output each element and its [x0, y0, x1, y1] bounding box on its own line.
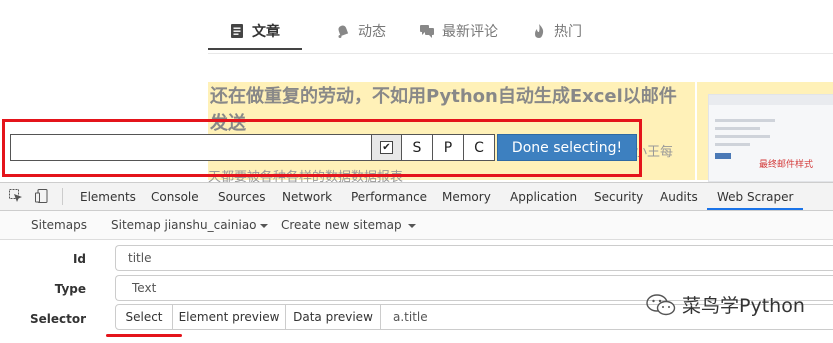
select-parent-button[interactable]: S [402, 134, 433, 161]
create-sitemap-label: Create new sitemap [281, 218, 402, 232]
tab-audits[interactable]: Audits [660, 183, 698, 210]
tab-network[interactable]: Network [282, 183, 332, 210]
watermark-text: 菜鸟学Python [682, 295, 805, 317]
tab-application[interactable]: Application [510, 183, 577, 210]
thumbnail-toolbar [709, 95, 833, 105]
id-label: Id [72, 252, 86, 266]
tab-articles[interactable]: 文章 [208, 14, 302, 50]
sitemaps-link[interactable]: Sitemaps [31, 218, 87, 232]
thumbnail-line [715, 135, 770, 138]
tab-latest-comments[interactable]: 最新评论 [420, 14, 498, 48]
tab-console[interactable]: Console [151, 183, 199, 210]
select-parent-element-button[interactable]: P [433, 134, 464, 161]
web-scraper-nav: Sitemaps Sitemap jianshu_cainiao Create … [0, 211, 833, 240]
tab-elements[interactable]: Elements [80, 183, 136, 210]
chevron-down-icon [408, 223, 417, 228]
type-label: Type [54, 282, 86, 296]
select-child-button[interactable]: C [464, 134, 495, 161]
thumbnail-caption: 最终邮件样式 [759, 160, 814, 170]
tab-hot-label: 热门 [554, 24, 582, 40]
data-preview-button[interactable]: Data preview [286, 304, 381, 330]
document-icon [231, 24, 243, 38]
site-tab-bar: 文章 动态 最新评论 热门 [208, 14, 616, 54]
inspect-cursor-icon[interactable] [9, 189, 23, 203]
tab-security[interactable]: Security [594, 183, 643, 210]
tab-performance[interactable]: Performance [351, 183, 427, 210]
tab-hot[interactable]: 热门 [532, 14, 582, 48]
annotation-underline [106, 334, 182, 337]
tab-web-scraper[interactable]: Web Scraper [707, 183, 804, 210]
element-preview-button[interactable]: Element preview [173, 304, 286, 330]
sitemap-dropdown-label: Sitemap jianshu_cainiao [111, 218, 257, 232]
comments-icon [420, 25, 434, 38]
id-input[interactable]: title [115, 245, 833, 271]
thumbnail-line [715, 143, 750, 146]
article-thumbnail[interactable]: 最终邮件样式 [708, 94, 833, 182]
select-button[interactable]: Select [115, 304, 173, 330]
selector-preview-input[interactable] [10, 134, 372, 161]
device-toolbar-icon[interactable] [35, 189, 49, 203]
checkbox-icon: ✔ [380, 141, 393, 154]
devtools-tab-bar: Elements Console Sources Network Perform… [0, 183, 833, 211]
thumbnail-line [715, 119, 775, 122]
bell-icon [338, 25, 349, 38]
done-selecting-button[interactable]: Done selecting! [497, 134, 637, 161]
create-sitemap-dropdown[interactable]: Create new sitemap [281, 218, 417, 232]
chevron-down-icon [259, 223, 268, 228]
thumbnail-line [715, 127, 760, 130]
tab-latest-comments-label: 最新评论 [442, 24, 498, 40]
tab-divider [208, 53, 833, 54]
toolbar-divider [62, 188, 63, 205]
thumbnail-button [715, 153, 731, 159]
sitemap-dropdown[interactable]: Sitemap jianshu_cainiao [111, 218, 268, 232]
selector-label: Selector [29, 312, 86, 326]
tab-sources[interactable]: Sources [218, 183, 265, 210]
wechat-icon [646, 293, 676, 315]
tab-activity[interactable]: 动态 [336, 14, 386, 48]
flame-icon [535, 24, 544, 38]
selection-toolbar: ✔ S P C Done selecting! [10, 134, 637, 161]
devtools-panel: Elements Console Sources Network Perform… [0, 182, 833, 343]
watermark: 菜鸟学Python [646, 291, 805, 318]
multiple-toggle[interactable]: ✔ [372, 134, 402, 161]
tab-activity-label: 动态 [358, 24, 386, 40]
tab-memory[interactable]: Memory [442, 183, 491, 210]
tab-articles-label: 文章 [252, 24, 280, 40]
